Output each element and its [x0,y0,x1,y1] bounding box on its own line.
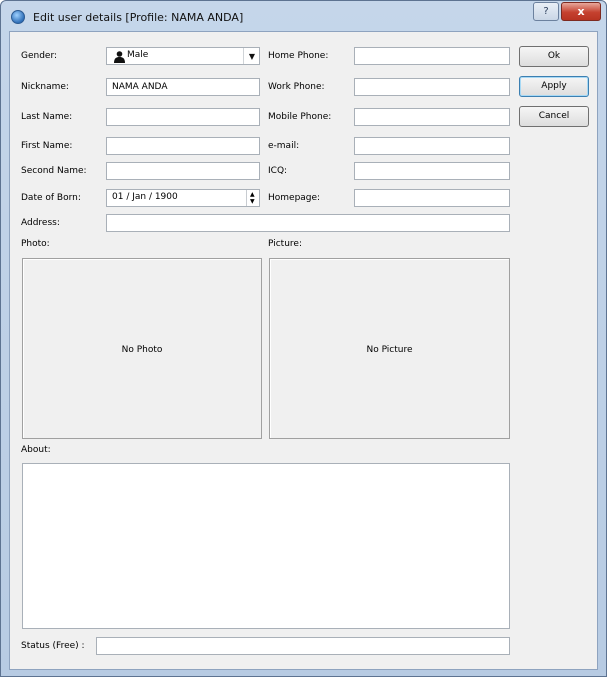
home-phone-label: Home Phone: [268,51,329,61]
last-name-label: Last Name: [21,112,73,122]
icq-input[interactable] [354,162,510,180]
work-phone-label: Work Phone: [268,82,325,92]
gender-select[interactable]: Male ▼ [106,47,260,65]
gender-label: Gender: [21,51,58,61]
photo-frame[interactable]: No Photo [22,258,262,439]
nickname-input[interactable] [106,78,260,96]
status-input[interactable] [96,637,510,655]
address-input[interactable] [106,214,510,232]
cancel-button[interactable]: Cancel [519,106,589,127]
apply-button[interactable]: Apply [519,76,589,97]
no-photo-text: No Photo [121,345,163,355]
email-input[interactable] [354,137,510,155]
status-label: Status (Free) : [21,641,85,651]
icq-label: ICQ: [268,166,288,176]
mobile-phone-input[interactable] [354,108,510,126]
homepage-input[interactable] [354,189,510,207]
picture-label: Picture: [268,239,302,249]
homepage-label: Homepage: [268,193,321,203]
mobile-phone-label: Mobile Phone: [268,112,332,122]
globe-icon [11,10,25,24]
second-name-input[interactable] [106,162,260,180]
first-name-input[interactable] [106,137,260,155]
photo-label: Photo: [21,239,50,249]
dialog-body: Gender: Nickname: Last Name: First Name:… [9,31,598,670]
about-textarea[interactable] [22,463,510,629]
picture-frame[interactable]: No Picture [269,258,510,439]
date-of-born-label: Date of Born: [21,193,81,203]
date-of-born-value: 01 / Jan / 1900 [112,192,178,202]
work-phone-input[interactable] [354,78,510,96]
last-name-input[interactable] [106,108,260,126]
address-label: Address: [21,218,60,228]
dialog-window: Edit user details [Profile: NAMA ANDA] ?… [0,0,607,677]
about-label: About: [21,445,51,455]
window-title: Edit user details [Profile: NAMA ANDA] [33,11,244,24]
dropdown-separator [243,48,244,64]
date-of-born-spinner[interactable]: 01 / Jan / 1900 ▲ ▼ [106,189,260,207]
email-label: e-mail: [268,141,300,151]
spin-up-icon[interactable]: ▲ [250,191,255,198]
person-icon [114,51,125,63]
help-button[interactable]: ? [533,2,559,21]
chevron-down-icon[interactable]: ▼ [249,52,255,61]
no-picture-text: No Picture [366,345,413,355]
first-name-label: First Name: [21,141,73,151]
second-name-label: Second Name: [21,166,87,176]
spin-down-icon[interactable]: ▼ [250,198,255,205]
ok-button[interactable]: Ok [519,46,589,67]
nickname-label: Nickname: [21,82,69,92]
gender-value: Male [127,50,149,60]
close-button[interactable]: x [561,2,601,21]
home-phone-input[interactable] [354,47,510,65]
spin-buttons[interactable]: ▲ ▼ [246,190,259,206]
title-bar[interactable]: Edit user details [Profile: NAMA ANDA] ?… [1,1,606,31]
